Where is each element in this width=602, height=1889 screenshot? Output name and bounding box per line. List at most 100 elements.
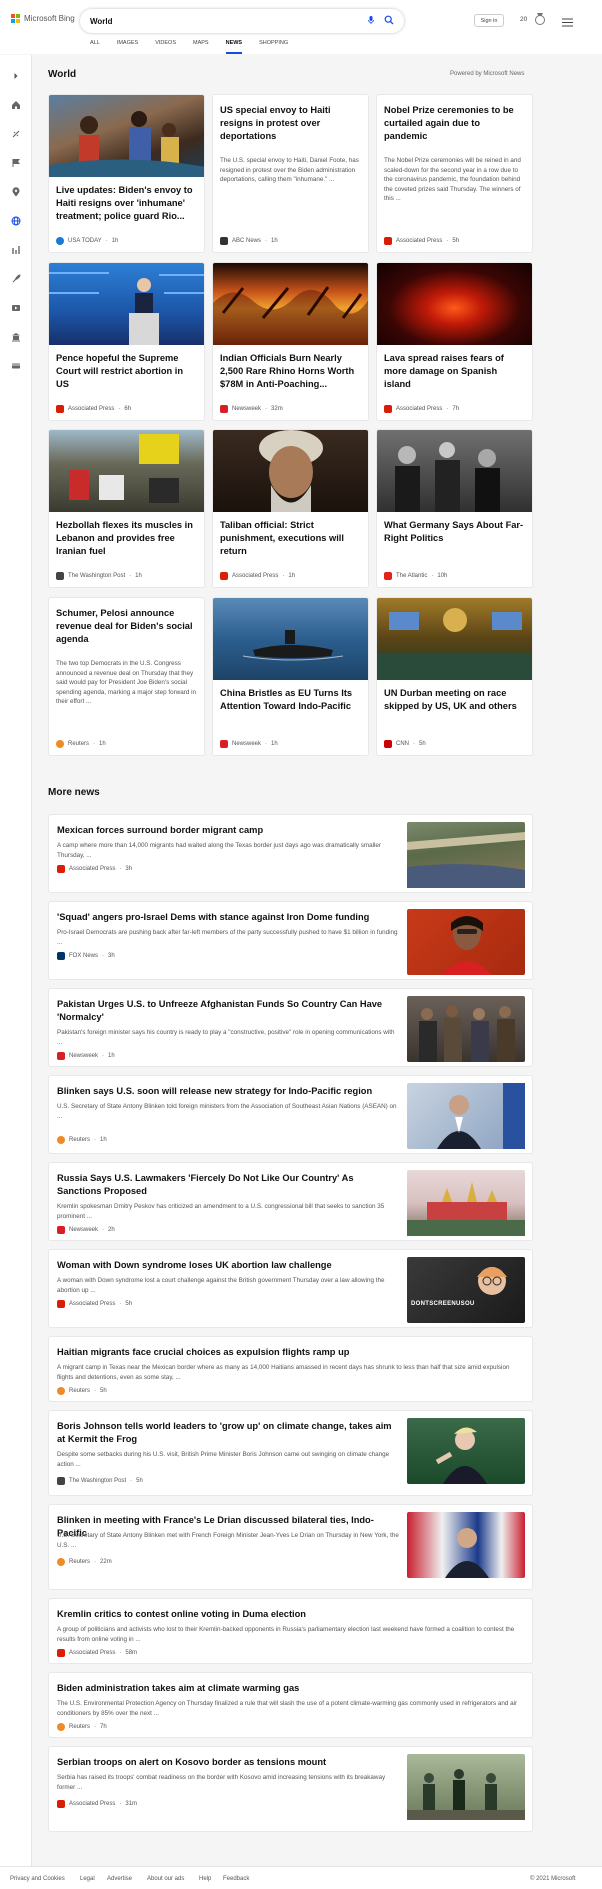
card-icon[interactable] [11,358,21,369]
item-title[interactable]: Biden administration takes aim at climat… [57,1682,524,1695]
time-sep: · [282,573,285,579]
tab-news[interactable]: NEWS [225,40,242,54]
item-title[interactable]: Russia Says U.S. Lawmakers 'Fiercely Do … [57,1172,399,1198]
left-sidebar [0,55,32,1889]
more-news-item[interactable]: Blinken in meeting with France's Le Dria… [48,1504,533,1590]
card-title[interactable]: China Bristles as EU Turns Its Attention… [220,687,361,713]
home-icon[interactable] [11,97,21,109]
news-card[interactable]: China Bristles as EU Turns Its Attention… [212,597,369,756]
source-time: 1h [108,1053,115,1059]
footer-link-about-ads[interactable]: About our ads [147,1876,184,1882]
footer-link-feedback[interactable]: Feedback [223,1876,249,1882]
card-title[interactable]: Nobel Prize ceremonies to be curtailed a… [384,104,525,143]
source-name: Reuters [68,741,90,747]
source-time: 1h [100,1137,107,1143]
source-time: 7h [100,1724,107,1730]
hamburger-menu-icon[interactable] [562,14,573,32]
news-card[interactable]: Nobel Prize ceremonies to be curtailed a… [376,94,533,253]
card-title[interactable]: Taliban official: Strict punishment, exe… [220,519,361,558]
news-card[interactable]: Lava spread raises fears of more damage … [376,262,533,421]
item-snippet: U.S. Secretary of State Antony Blinken t… [57,1103,397,1120]
item-title[interactable]: Haitian migrants face crucial choices as… [57,1346,524,1359]
source-name: Associated Press [69,866,116,872]
item-title[interactable]: Blinken says U.S. soon will release new … [57,1085,399,1098]
item-title[interactable]: Kremlin critics to contest online voting… [57,1608,524,1621]
item-title[interactable]: Pakistan Urges U.S. to Unfreeze Afghanis… [57,998,399,1024]
item-snippet: Pro-Israel Democrats are pushing back af… [57,929,398,946]
item-snippet: The U.S. Environmental Protection Agency… [57,1700,518,1717]
more-news-item[interactable]: Biden administration takes aim at climat… [48,1672,533,1738]
more-news-item[interactable]: Haitian migrants face crucial choices as… [48,1336,533,1402]
news-card[interactable]: Live updates: Biden's envoy to Haiti res… [48,94,205,253]
card-image [377,430,532,512]
card-title[interactable]: Pence hopeful the Supreme Court will res… [56,352,197,391]
news-card[interactable]: UN Durban meeting on race skipped by US,… [376,597,533,756]
sign-in-button[interactable]: Sign in [474,14,504,27]
video-icon[interactable] [11,300,21,311]
flag-icon[interactable] [11,155,21,167]
time-sep: · [119,1650,122,1656]
news-card[interactable]: Pence hopeful the Supreme Court will res… [48,262,205,421]
card-snippet: The Nobel Prize ceremonies will be reine… [384,157,521,203]
rewards-medal-icon[interactable] [534,12,546,31]
tab-all[interactable]: ALL [90,40,100,54]
microphone-icon[interactable] [366,12,376,30]
more-news-item[interactable]: Russia Says U.S. Lawmakers 'Fiercely Do … [48,1162,533,1241]
news-card[interactable]: Taliban official: Strict punishment, exe… [212,429,369,588]
card-title[interactable]: Live updates: Biden's envoy to Haiti res… [56,184,197,223]
item-title[interactable]: Boris Johnson tells world leaders to 'gr… [57,1420,399,1446]
item-title[interactable]: 'Squad' angers pro-Israel Dems with stan… [57,911,399,924]
more-news-item[interactable]: Boris Johnson tells world leaders to 'gr… [48,1410,533,1496]
news-card[interactable]: Schumer, Pelosi announce revenue deal fo… [48,597,205,756]
more-news-item[interactable]: Mexican forces surround border migrant c… [48,814,533,893]
news-card[interactable]: What Germany Says About Far-Right Politi… [376,429,533,588]
chevron-right-icon[interactable] [11,68,21,79]
more-news-item[interactable]: 'Squad' angers pro-Israel Dems with stan… [48,901,533,980]
card-title[interactable]: What Germany Says About Far-Right Politi… [384,519,525,545]
news-card[interactable]: Indian Officials Burn Nearly 2,500 Rare … [212,262,369,421]
globe-icon[interactable] [11,213,21,226]
card-title[interactable]: US special envoy to Haiti resigns in pro… [220,104,361,143]
more-news-item[interactable]: Kremlin critics to contest online voting… [48,1598,533,1664]
page-footer: Privacy and Cookies Legal Advertise Abou… [0,1866,602,1889]
bing-logo[interactable]: Microsoft Bing [11,14,75,23]
search-icon[interactable] [384,12,394,30]
more-news-item[interactable]: Blinken says U.S. soon will release new … [48,1075,533,1154]
building-icon[interactable] [11,329,21,342]
footer-link-help[interactable]: Help [199,1876,211,1882]
card-title[interactable]: Lava spread raises fears of more damage … [384,352,525,391]
item-title[interactable]: Mexican forces surround border migrant c… [57,824,399,837]
item-title[interactable]: Serbian troops on alert on Kosovo border… [57,1756,399,1769]
money-icon[interactable] [11,242,21,254]
footer-link-advertise[interactable]: Advertise [107,1876,132,1882]
item-title[interactable]: Woman with Down syndrome loses UK aborti… [57,1259,399,1272]
card-title[interactable]: Hezbollah flexes its muscles in Lebanon … [56,519,197,558]
tab-shopping[interactable]: SHOPPING [259,40,288,54]
ap-logo-icon [384,237,392,245]
news-card[interactable]: Hezbollah flexes its muscles in Lebanon … [48,429,205,588]
tab-maps[interactable]: MAPS [193,40,209,54]
more-news-item[interactable]: Woman with Down syndrome loses UK aborti… [48,1249,533,1328]
rewards-points[interactable]: 20 [520,16,527,23]
rocket-icon[interactable] [11,271,21,283]
search-input[interactable]: World [90,17,366,26]
more-news-item[interactable]: Pakistan Urges U.S. to Unfreeze Afghanis… [48,988,533,1067]
source-name: Newsweek [232,406,262,412]
source-name: Associated Press [396,406,443,412]
footer-link-privacy[interactable]: Privacy and Cookies [10,1876,65,1882]
item-thumbnail [407,1418,525,1484]
search-box[interactable]: World [80,9,404,33]
card-title[interactable]: UN Durban meeting on race skipped by US,… [384,687,525,713]
footer-link-legal[interactable]: Legal [80,1876,95,1882]
copyright: © 2021 Microsoft [530,1876,576,1882]
item-thumbnail [407,1512,525,1578]
sports-icon[interactable] [11,126,21,138]
more-news-item[interactable]: Serbian troops on alert on Kosovo border… [48,1746,533,1832]
tab-images[interactable]: IMAGES [117,40,138,54]
tab-videos[interactable]: VIDEOS [155,40,176,54]
card-title[interactable]: Indian Officials Burn Nearly 2,500 Rare … [220,352,361,391]
source-name: Newsweek [69,1227,99,1233]
card-title[interactable]: Schumer, Pelosi announce revenue deal fo… [56,607,197,646]
location-pin-icon[interactable] [11,184,21,197]
news-card[interactable]: US special envoy to Haiti resigns in pro… [212,94,369,253]
